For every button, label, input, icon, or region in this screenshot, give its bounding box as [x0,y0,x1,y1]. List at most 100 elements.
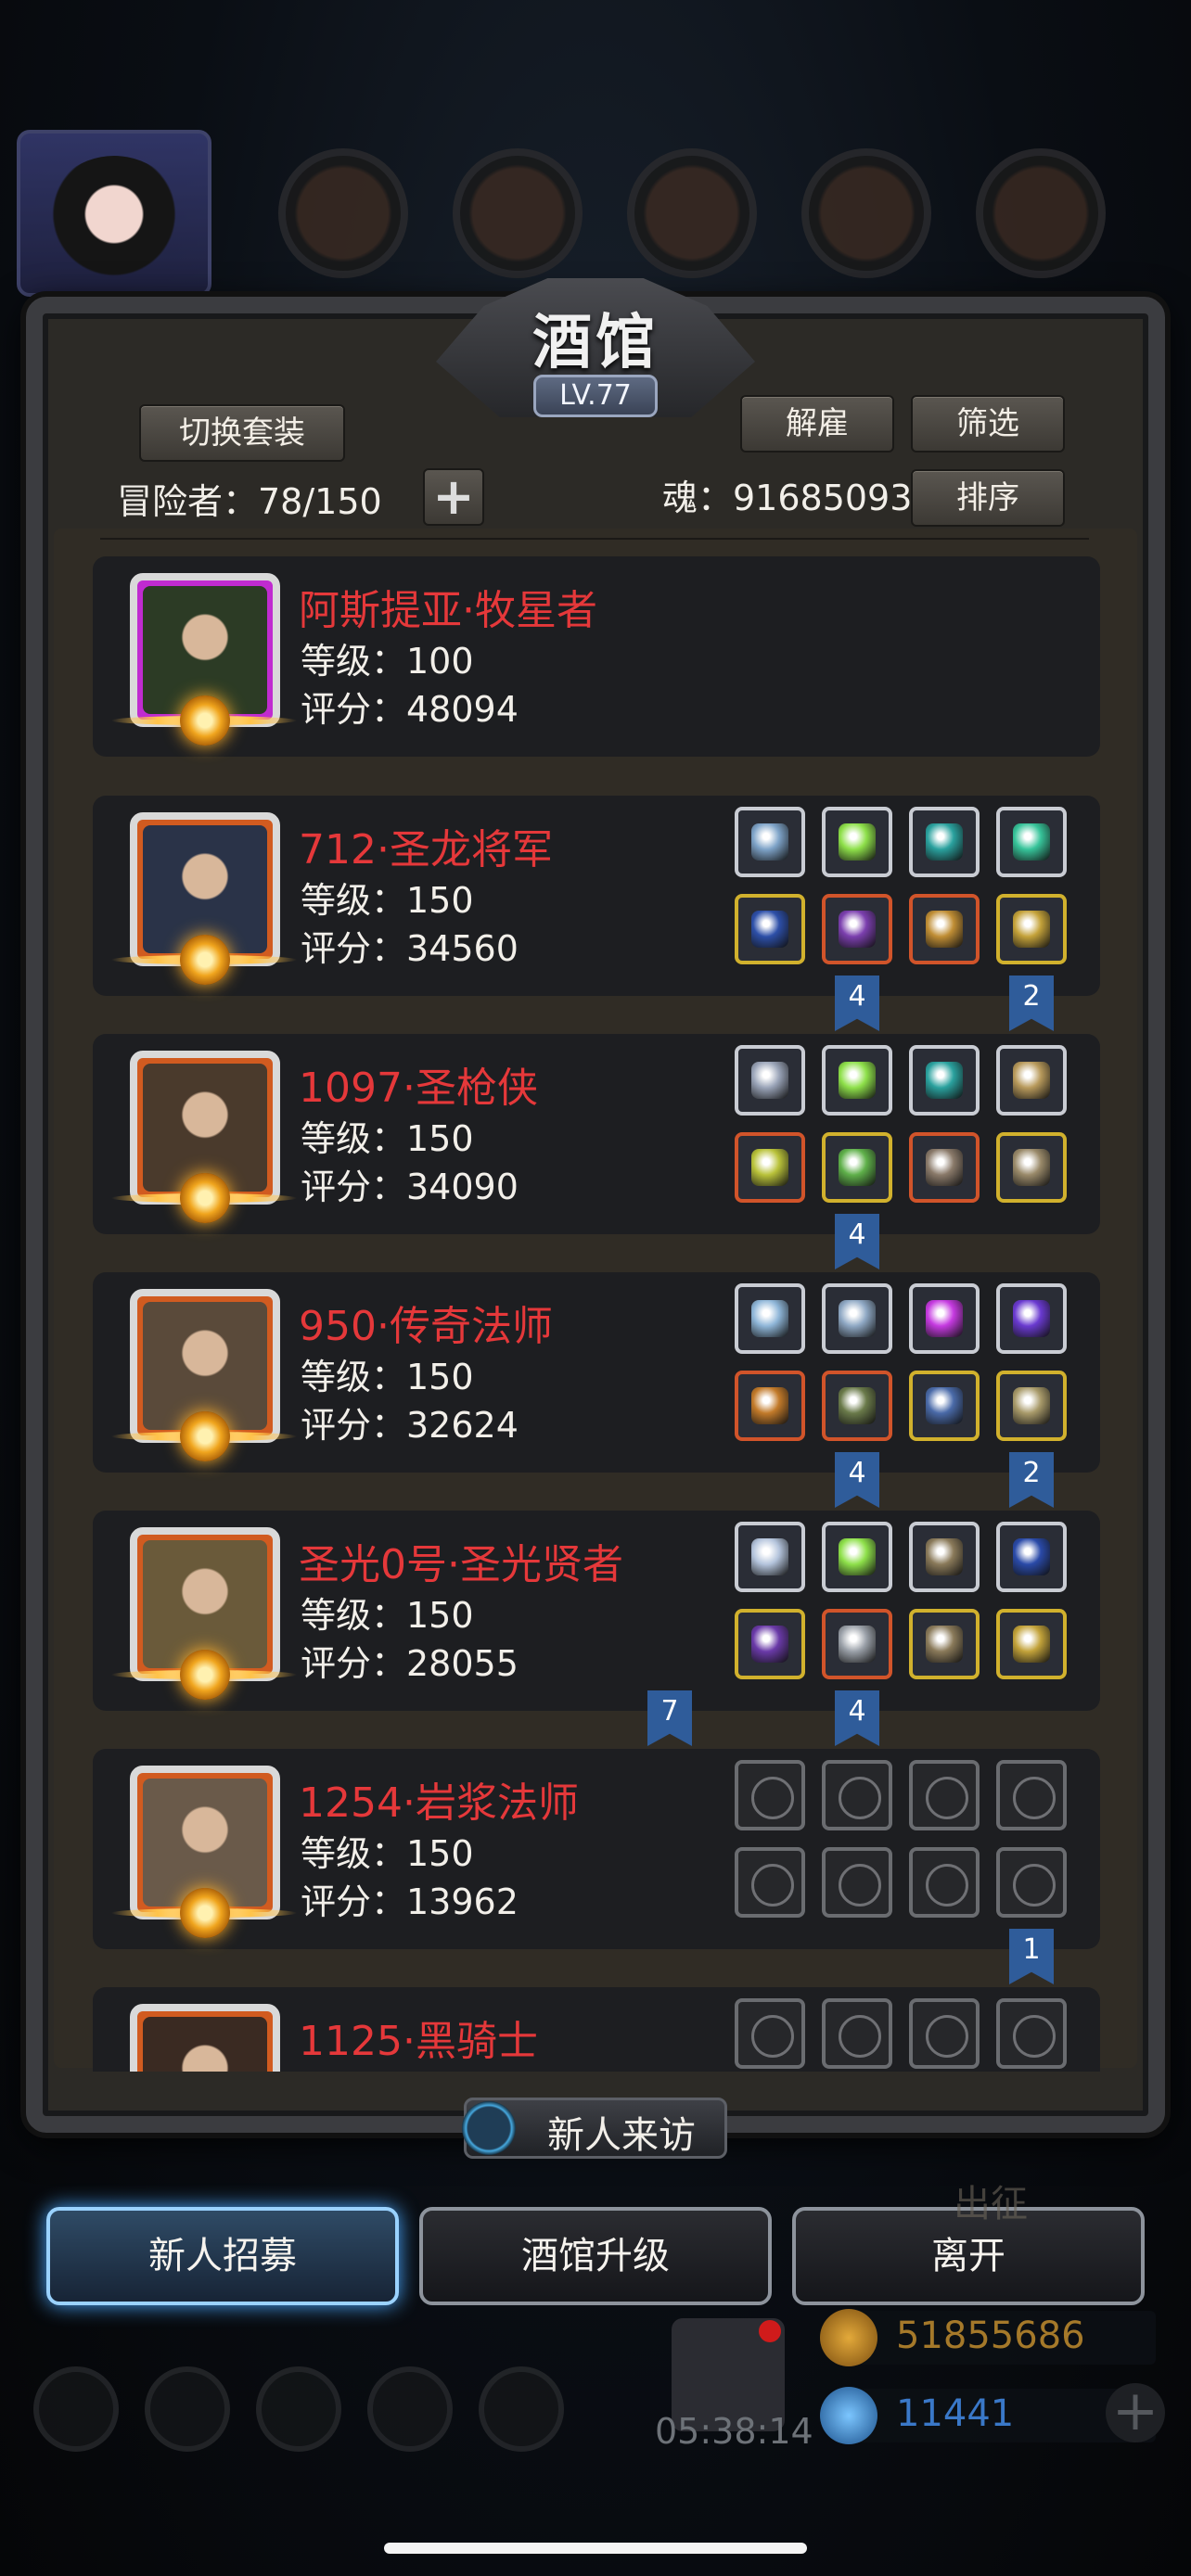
equipment-slot[interactable] [996,807,1067,877]
hero-face [143,2017,267,2072]
gear-icon[interactable] [33,2366,119,2452]
recruit-button[interactable]: 新人招募 [46,2207,399,2305]
depart-label: 出征 [954,2183,1028,2225]
equipment-slot[interactable] [735,1045,805,1116]
hero-level: 等级：150 [301,1118,474,1159]
hero-score: 评分：32624 [301,1405,519,1446]
add-currency-icon[interactable]: + [1106,2383,1165,2442]
set-bonus-ribbon: 4 [835,1690,879,1746]
equipment-icon [926,1149,963,1186]
hero-portrait[interactable] [130,2004,280,2072]
gold-coin-icon [820,2309,877,2366]
equipment-slot[interactable] [735,1609,805,1679]
equipment-icon [839,1538,876,1575]
equipment-slot-icon [976,148,1106,278]
equipment-slot[interactable] [822,894,892,964]
equipment-slot[interactable] [822,1522,892,1592]
castle-icon[interactable] [256,2366,341,2452]
hero-score: 评分：48094 [301,689,519,730]
hero-name: 1097·圣枪侠 [299,1065,538,1112]
mail-icon[interactable] [367,2366,453,2452]
equipment-slot[interactable] [909,1132,980,1203]
equipment-icon [751,1777,794,1819]
sort-button[interactable]: 排序 [911,469,1065,527]
equipment-slot[interactable] [822,1045,892,1116]
equipment-slot[interactable] [822,1132,892,1203]
notification-dot [759,2320,781,2342]
equipment-slot[interactable] [735,1998,805,2069]
gold-amount: 51855686 [896,2315,1085,2357]
equipment-icon [1013,1149,1050,1186]
equipment-slot[interactable] [996,1371,1067,1441]
equipment-slot[interactable] [822,1847,892,1918]
equipment-icon [839,1626,876,1663]
equipment-slot[interactable] [822,1998,892,2069]
switch-outfit-button[interactable]: 切换套装 [139,404,345,462]
equipment-slot-icon [801,148,931,278]
hero-level: 等级：150 [301,1595,474,1636]
equipment-slot[interactable] [822,1760,892,1830]
home-indicator[interactable] [384,2543,807,2554]
equipment-slot[interactable] [909,1371,980,1441]
filter-button[interactable]: 筛选 [911,395,1065,453]
equipment-slot[interactable] [996,1045,1067,1116]
star-icon[interactable] [145,2366,230,2452]
rank-medal-icon [180,1173,230,1223]
equipment-slot[interactable] [735,1283,805,1354]
equipment-icon [839,2015,881,2058]
equipment-icon [926,823,963,861]
dialog-title: 酒馆 [532,308,659,377]
equipment-slot[interactable] [822,1609,892,1679]
dismiss-button[interactable]: 解雇 [740,395,894,453]
equipment-slot[interactable] [996,1847,1067,1918]
shield-icon[interactable] [479,2366,564,2452]
equipment-slot[interactable] [909,1998,980,2069]
equipment-slot[interactable] [909,1609,980,1679]
set-bonus-ribbon: 7 [647,1690,692,1746]
equipment-slot[interactable] [822,1283,892,1354]
equipment-slot[interactable] [996,1998,1067,2069]
hero-level: 等级：150 [301,1833,474,1874]
equipment-icon [926,1062,963,1099]
equipment-slot[interactable] [909,1283,980,1354]
add-capacity-button[interactable]: + [423,468,484,526]
equipment-slot[interactable] [996,1609,1067,1679]
equipment-slot-icon [453,148,583,278]
equipment-icon [926,1864,968,1906]
equipment-slot[interactable] [735,894,805,964]
equipment-slot[interactable] [735,1760,805,1830]
equipment-slot[interactable] [996,894,1067,964]
equipment-slot[interactable] [909,1760,980,1830]
equipment-slot[interactable] [909,1847,980,1918]
rank-medal-icon [180,1888,230,1938]
equipment-slot[interactable] [996,1760,1067,1830]
set-bonus-ribbon: 1 [1009,1929,1054,1984]
equipment-slot[interactable] [822,1371,892,1441]
equipment-icon [1013,1300,1050,1337]
equipment-icon [926,1626,963,1663]
equipment-slot[interactable] [909,807,980,877]
hero-list[interactable]: 阿斯提亚·牧星者 等级：100 评分：48094 712·圣龙将军 等级：150 评分：… [93,556,1100,2072]
equipment-slot[interactable] [735,1847,805,1918]
hero-score: 评分：34560 [301,928,519,969]
equipment-slot[interactable] [735,807,805,877]
equipment-slot[interactable] [996,1132,1067,1203]
equipment-slot[interactable] [909,894,980,964]
equipment-slot[interactable] [822,807,892,877]
upgrade-tavern-button[interactable]: 酒馆升级 [419,2207,772,2305]
equipment-slot[interactable] [996,1522,1067,1592]
equipment-slot[interactable] [735,1522,805,1592]
equipment-icon [1013,1626,1050,1663]
equipment-slot[interactable] [735,1132,805,1203]
equipment-slot[interactable] [735,1371,805,1441]
equipment-icon [751,823,788,861]
hero-level: 等级：150 [301,880,474,921]
equipment-slot[interactable] [996,1283,1067,1354]
equipment-icon [1013,1062,1050,1099]
equipment-slot-icon [278,148,408,278]
equipment-slot[interactable] [909,1045,980,1116]
equipment-slot[interactable] [909,1522,980,1592]
hero-level: 等级：150 [301,1357,474,1397]
equipment-icon [926,1538,963,1575]
equipment-icon [751,1149,788,1186]
